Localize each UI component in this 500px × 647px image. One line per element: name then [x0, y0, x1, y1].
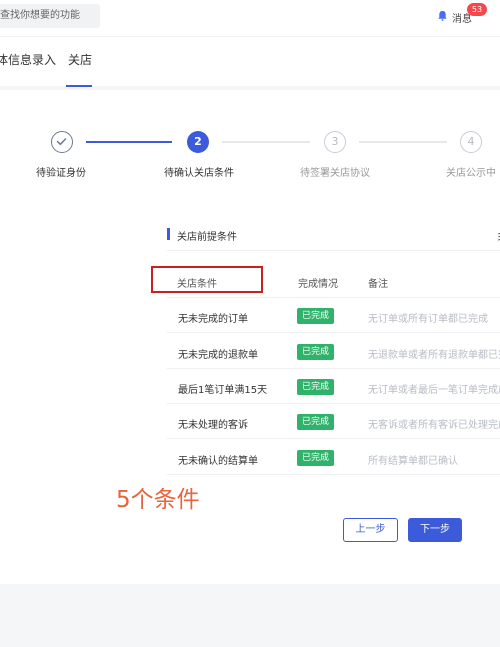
next-step-button[interactable]: 下一步 — [408, 518, 462, 542]
search-input[interactable]: 查找你想要的功能 — [0, 4, 100, 28]
bell-icon[interactable] — [437, 10, 448, 21]
status-badge: 已完成 — [297, 379, 335, 395]
step-1-label: 待验证身份 — [36, 168, 86, 179]
status-badge: 已完成 — [297, 450, 335, 466]
annotation-text: 5个条件 — [116, 487, 200, 513]
note-cell: 无订单或所有订单都已完成 — [368, 314, 488, 325]
tab-close-store[interactable]: 关店 — [68, 51, 92, 68]
condition-cell: 最后1笔订单满15天 — [178, 385, 268, 396]
section-divider — [167, 250, 500, 251]
step-3-label: 待签署关店协议 — [300, 168, 370, 179]
step-connector-2 — [222, 141, 310, 143]
note-cell: 无客诉或者所有客诉已处理完成 — [368, 420, 500, 431]
step-2-label: 待确认关店条件 — [164, 168, 234, 179]
condition-cell: 无未确认的结算单 — [178, 456, 258, 467]
step-connector-3 — [359, 141, 447, 143]
note-cell: 无订单或者最后一笔订单完成后 — [368, 385, 500, 396]
table-row: 无未处理的客诉 已完成 无客诉或者所有客诉已处理完成 — [167, 404, 500, 439]
status-badge: 已完成 — [297, 308, 335, 324]
step-1-circle — [51, 131, 73, 153]
table-row: 最后1笔订单满15天 已完成 无订单或者最后一笔订单完成后 — [167, 369, 500, 404]
section-right-text: 彡 — [496, 228, 500, 243]
top-bar: 查找你想要的功能 消息 53 — [0, 0, 500, 36]
status-badge: 已完成 — [297, 414, 335, 430]
active-tab-indicator — [66, 85, 92, 87]
column-header-note: 备注 — [368, 279, 388, 290]
message-count-badge: 53 — [467, 3, 487, 16]
table-row: 无未完成的退款单 已完成 无退款单或者所有退款单都已完 — [167, 334, 500, 369]
previous-step-button[interactable]: 上一步 — [343, 518, 398, 542]
step-2-circle: 2 — [187, 131, 209, 153]
condition-cell: 无未处理的客诉 — [178, 420, 248, 431]
step-4-circle: 4 — [460, 131, 482, 153]
step-3-circle: 3 — [324, 131, 346, 153]
highlight-box — [151, 266, 263, 293]
note-cell: 无退款单或者所有退款单都已完 — [368, 350, 500, 361]
table-row: 无未完成的订单 已完成 无订单或所有订单都已完成 — [167, 298, 500, 333]
section-accent-bar — [167, 228, 170, 240]
column-header-status: 完成情况 — [298, 279, 338, 290]
step-connector-1 — [86, 141, 172, 143]
section-title: 关店前提条件 — [177, 232, 237, 243]
condition-cell: 无未完成的退款单 — [178, 350, 258, 361]
step-4-label: 关店公示中 — [446, 168, 496, 179]
note-cell: 所有结算单都已确认 — [368, 456, 458, 467]
tab-info-entry[interactable]: 体信息录入 — [0, 51, 56, 68]
condition-cell: 无未完成的订单 — [178, 314, 248, 325]
table-row: 无未确认的结算单 已完成 所有结算单都已确认 — [167, 440, 500, 475]
status-badge: 已完成 — [297, 344, 335, 360]
tab-bar: 体信息录入 关店 — [0, 36, 500, 87]
check-icon — [56, 138, 67, 146]
